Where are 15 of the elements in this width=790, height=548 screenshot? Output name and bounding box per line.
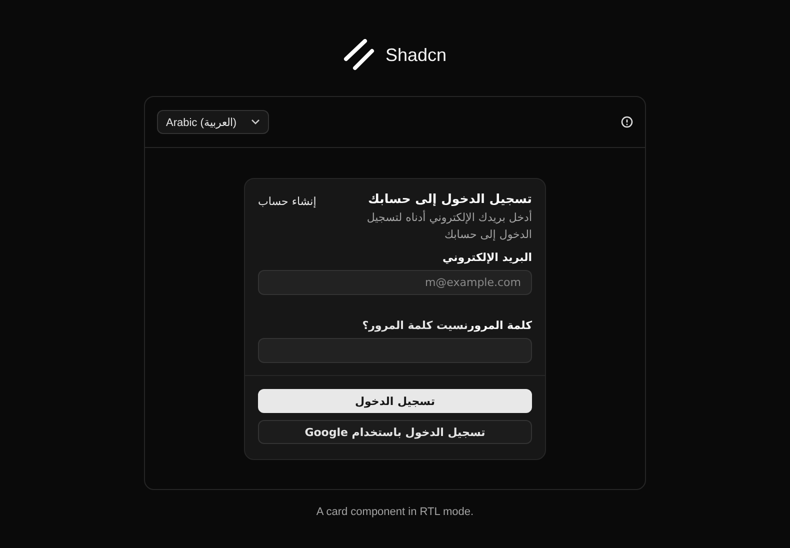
logo-icon <box>343 39 376 71</box>
password-label: كلمة المرور <box>468 319 532 332</box>
info-icon[interactable] <box>621 116 633 128</box>
language-select[interactable]: Arabic (العربية) <box>157 110 269 134</box>
card-title: تسجيل الدخول إلى حسابك <box>366 191 532 206</box>
google-login-button[interactable]: تسجيل الدخول باستخدام Google <box>258 420 532 444</box>
email-label: البريد الإلكتروني <box>442 251 532 264</box>
card-description: أدخل بريدك الإلكتروني أدناه لتسجيل الدخول إلى حسابك <box>366 209 532 243</box>
email-field[interactable]: m@example.com <box>258 270 532 295</box>
brand-name: Shadcn <box>385 44 447 66</box>
sign-up-link[interactable]: إنشاء حساب <box>258 195 316 243</box>
forgot-password-link[interactable]: نسيت كلمة المرور؟ <box>362 319 468 332</box>
chevron-down-icon <box>250 119 260 125</box>
caption: A card component in RTL mode. <box>316 506 474 518</box>
login-button[interactable]: تسجيل الدخول <box>258 389 532 413</box>
